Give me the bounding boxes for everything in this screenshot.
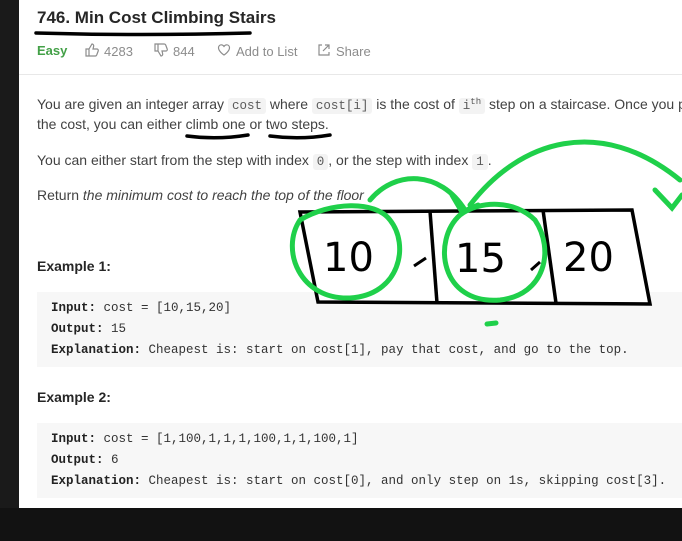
description-paragraph-2: You can either start from the step with …	[37, 152, 492, 170]
thumbs-up-icon	[85, 43, 99, 60]
inline-code: 0	[312, 154, 329, 170]
add-to-list-button[interactable]: Add to List	[217, 43, 297, 60]
description-paragraph-3: Return the minimum cost to reach the top…	[37, 187, 364, 203]
share-icon	[317, 43, 331, 60]
example-2-heading: Example 2:	[37, 389, 111, 405]
like-button[interactable]: 4283	[85, 43, 133, 60]
dislike-button[interactable]: 844	[154, 43, 195, 60]
problem-page: 746. Min Cost Climbing Stairs Easy 4283 …	[19, 0, 682, 508]
header-divider	[19, 74, 682, 75]
example-1-heading: Example 1:	[37, 258, 111, 274]
dislike-count: 844	[173, 44, 195, 59]
bottom-bar	[0, 508, 682, 541]
inline-code: ith	[458, 97, 486, 115]
inline-code: cost	[227, 98, 266, 115]
description-paragraph-1-cont: the cost, you can either climb one or tw…	[37, 116, 329, 132]
add-to-list-label: Add to List	[236, 44, 298, 59]
example-2-block: Input: cost = [1,100,1,1,1,100,1,1,100,1…	[37, 423, 682, 498]
problem-title: 746. Min Cost Climbing Stairs	[37, 8, 276, 27]
like-count: 4283	[104, 44, 133, 59]
inline-code: cost[i]	[311, 98, 373, 115]
heart-icon	[217, 43, 231, 60]
example-1-block: Input: cost = [10,15,20] Output: 15 Expl…	[37, 292, 682, 367]
inline-code: 1	[472, 154, 488, 170]
share-button[interactable]: Share	[317, 43, 371, 60]
thumbs-down-icon	[154, 43, 168, 60]
share-label: Share	[336, 44, 371, 59]
difficulty-badge: Easy	[37, 43, 68, 58]
